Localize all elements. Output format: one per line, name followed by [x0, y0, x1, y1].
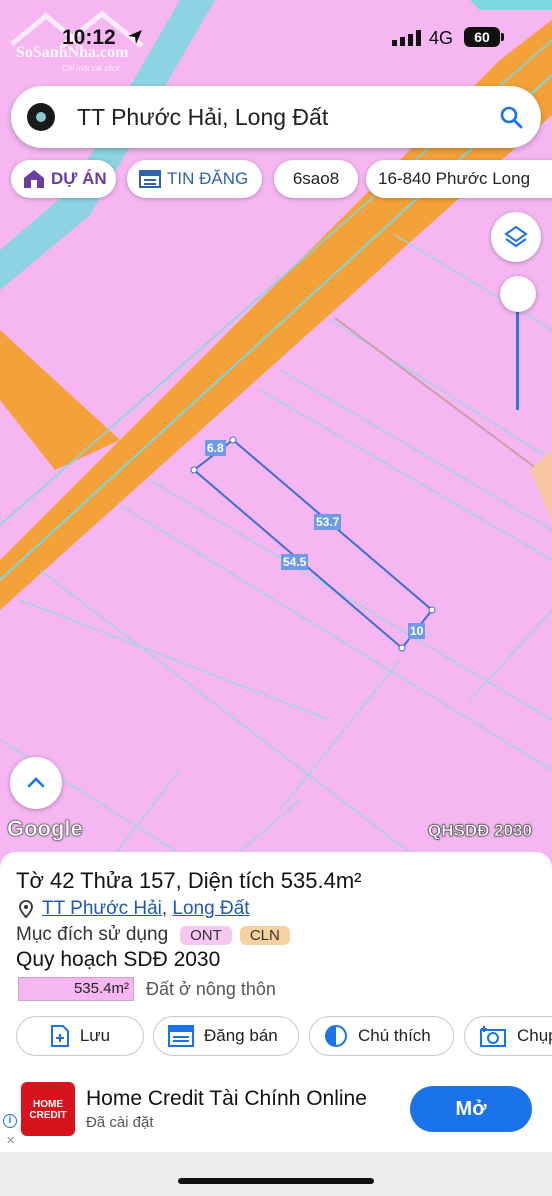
location-arrow-icon	[128, 30, 142, 44]
chip-label: TIN ĐĂNG	[167, 169, 249, 188]
listing-icon	[168, 1025, 194, 1047]
chip-label: 6sao8	[292, 169, 340, 188]
status-bar: SoSanhNha.com Chỉ một cái click 10:12 4G…	[0, 0, 552, 76]
search-icon[interactable]	[499, 105, 523, 129]
chevron-up-icon	[27, 777, 45, 788]
camera-icon	[480, 1026, 506, 1047]
land-use-tag: CLN	[239, 925, 290, 945]
opacity-slider-handle[interactable]	[500, 276, 536, 312]
legend-label: Chú thích	[358, 1026, 431, 1045]
ad-subtitle: Đã cài đặt	[86, 1114, 154, 1131]
ad-title[interactable]: Home Credit Tài Chính Online	[86, 1087, 367, 1111]
ad-logo[interactable]: HOME CREDIT	[21, 1082, 75, 1136]
chip-phuoc-long[interactable]: 16-840 Phước Long	[366, 160, 552, 198]
avatar[interactable]	[27, 103, 55, 131]
district-link[interactable]: Long Đất	[172, 898, 249, 920]
search-bar[interactable]: TT Phước Hải, Long Đất	[11, 86, 541, 148]
chip-label: DỰ ÁN	[51, 169, 107, 188]
chip-tin-dang[interactable]: TIN ĐĂNG	[127, 160, 262, 198]
purpose-label: Mục đích sử dụng	[16, 924, 169, 945]
watermark-subtext: Chỉ một cái click	[62, 64, 120, 73]
battery-tip	[501, 33, 504, 41]
chip-du-an[interactable]: DỰ ÁN	[11, 160, 116, 198]
layers-button[interactable]	[491, 212, 541, 262]
ad-info-icon[interactable]: i	[3, 1114, 17, 1128]
add-file-icon	[50, 1025, 69, 1047]
battery-icon: 60	[464, 27, 500, 47]
plan-layer-label: QHSDĐ 2030	[428, 821, 532, 841]
ad-close-icon[interactable]: ✕	[6, 1134, 15, 1147]
commune-link[interactable]: TT Phước Hải	[42, 898, 162, 920]
post-sale-button[interactable]: Đăng bán	[153, 1016, 299, 1056]
land-use-purpose: Mục đích sử dụng ONT CLN	[16, 924, 290, 946]
bottom-bar	[0, 1152, 552, 1196]
opacity-slider-track[interactable]	[516, 300, 519, 410]
plan-land-use: Đất ở nông thôn	[146, 979, 276, 999]
dimension-label: 54.5	[281, 554, 309, 570]
dimension-label: 10	[408, 623, 426, 639]
contrast-icon	[325, 1025, 347, 1047]
google-attribution: Google	[7, 816, 83, 842]
post-sale-label: Đăng bán	[204, 1026, 278, 1045]
location-pin-icon	[19, 900, 33, 918]
land-use-tag: ONT	[180, 925, 232, 945]
signal-icon	[392, 30, 421, 46]
network-type: 4G	[429, 28, 454, 48]
house-icon	[24, 170, 44, 188]
address-separator: ,	[161, 898, 173, 919]
save-label: Lưu	[79, 1026, 111, 1045]
plan-area-swatch: 535.4m²	[18, 977, 134, 1001]
parcel-info-panel: Tờ 42 Thửa 157, Diện tích 535.4m² TT Phư…	[0, 852, 552, 1152]
home-indicator[interactable]	[178, 1178, 374, 1184]
parcel-address: TT Phước Hải , Long Đất	[18, 898, 250, 920]
legend-button[interactable]: Chú thích	[309, 1016, 454, 1056]
capture-button[interactable]: Chụp	[464, 1016, 552, 1056]
listing-icon	[139, 170, 161, 188]
ad-open-button[interactable]: Mở	[410, 1086, 532, 1132]
expand-up-button[interactable]	[10, 757, 62, 809]
dimension-label: 6.8	[205, 440, 226, 456]
dimension-label: 53.7	[314, 514, 342, 530]
chip-label: 16-840 Phước Long	[378, 169, 531, 188]
parcel-title: Tờ 42 Thửa 157, Diện tích 535.4m²	[16, 868, 362, 893]
layers-icon	[504, 225, 528, 248]
plan-title: Quy hoạch SDĐ 2030	[16, 948, 221, 971]
chip-6sao8[interactable]: 6sao8	[274, 160, 358, 198]
status-time: 10:12	[62, 26, 116, 49]
save-button[interactable]: Lưu	[16, 1016, 144, 1056]
capture-label: Chụp	[517, 1026, 552, 1045]
search-query[interactable]: TT Phước Hải, Long Đất	[77, 104, 328, 131]
